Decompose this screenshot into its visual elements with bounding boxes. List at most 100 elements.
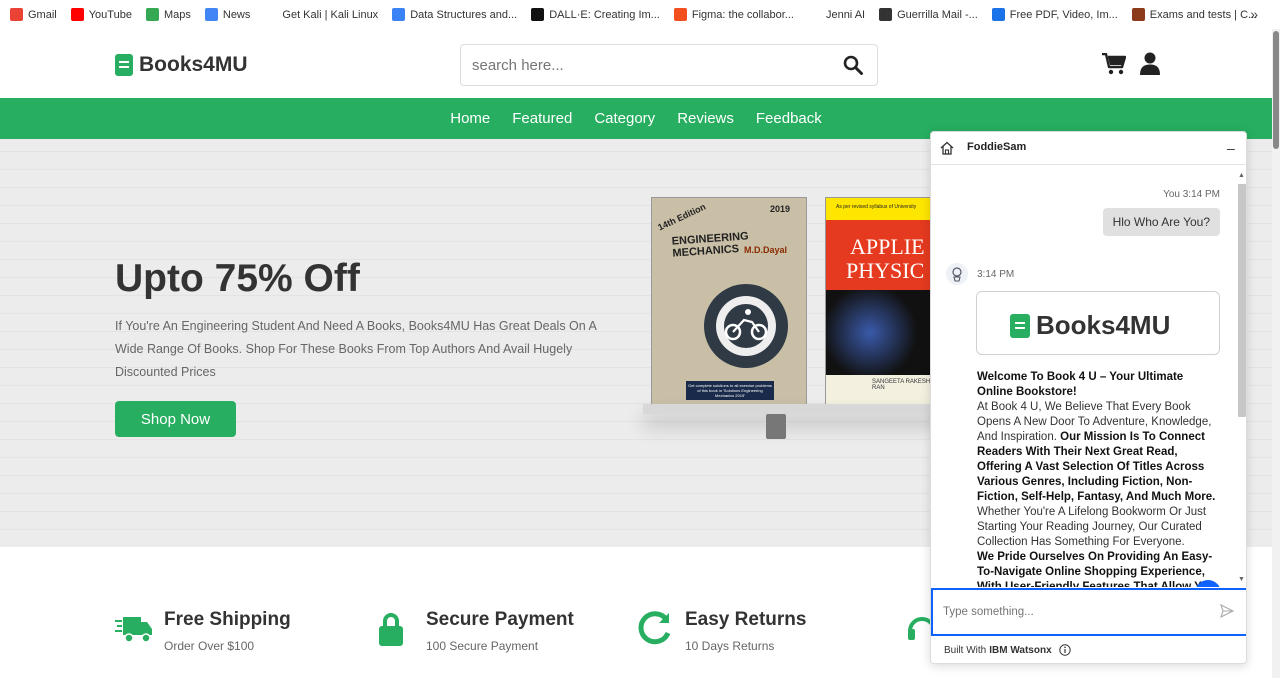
bookmark-label: Maps (163, 8, 191, 21)
lifelong-text: Whether You're A Lifelong Bookworm Or Ju… (977, 506, 1207, 548)
bookmark-label: Guerrilla Mail -... (897, 8, 978, 21)
welcome-title: Welcome To Book 4 U – Your Ultimate Onli… (977, 371, 1184, 398)
scroll-down-arrow[interactable]: ▼ (1238, 576, 1245, 583)
bot-logo-text: Books4MU (1036, 310, 1171, 340)
chat-footer: Built With IBM Watsonx (944, 644, 1071, 656)
book-footer-note: Get complete solutions to all exercise p… (686, 381, 774, 400)
book-shelf (643, 404, 943, 414)
bookmark-item[interactable]: Guerrilla Mail -... (879, 8, 978, 21)
chat-input-box (931, 588, 1246, 636)
kali-icon (264, 8, 278, 21)
ds-icon (392, 8, 406, 21)
chat-message-input[interactable] (933, 590, 1203, 634)
user-message: Hlo Who Are You? (1102, 208, 1220, 236)
chat-scrollbar[interactable]: ▲ ▼ (1236, 172, 1246, 586)
cart-icon[interactable] (1102, 53, 1126, 75)
book-top-note: As per revised syllabus of University (826, 198, 934, 220)
footer-brand: IBM Watsonx (989, 644, 1052, 656)
bookmark-label: Get Kali | Kali Linux (282, 8, 379, 21)
openai-icon (531, 8, 545, 21)
bookmark-item[interactable]: DALL·E: Creating Im... (531, 8, 660, 21)
send-icon[interactable] (1220, 604, 1234, 618)
nav-feedback[interactable]: Feedback (756, 110, 822, 127)
lock-icon (379, 613, 403, 646)
bookmark-item[interactable]: Jenni AI (807, 8, 866, 21)
bookmark-item[interactable]: Exams and tests | C... (1131, 8, 1258, 21)
pride-text: We Pride Ourselves On Providing An Easy-… (977, 551, 1216, 587)
bookmark-item[interactable]: Maps (145, 8, 191, 21)
news-icon (204, 8, 218, 21)
bookmark-item[interactable]: News (204, 8, 251, 21)
book-title-line1: APPLIE (850, 234, 925, 259)
scroll-up-arrow[interactable]: ▲ (1238, 172, 1245, 179)
bookmark-item[interactable]: Figma: the collabor... (673, 8, 794, 21)
chat-bot-name: FoddieSam (967, 141, 1027, 153)
nav-home[interactable]: Home (450, 110, 490, 127)
youtube-icon (70, 8, 84, 21)
chat-header: FoddieSam – (931, 132, 1246, 165)
page-scrollbar[interactable] (1272, 29, 1280, 678)
bot-message: Welcome To Book 4 U – Your Ultimate Onli… (977, 370, 1217, 587)
bot-message-time: 3:14 PM (977, 269, 1015, 280)
feature-title: Secure Payment (426, 609, 574, 630)
feature-title: Free Shipping (164, 609, 291, 630)
book-title-line2: PHYSIC (846, 258, 925, 283)
truck-icon (115, 617, 152, 643)
info-icon[interactable] (1058, 644, 1071, 656)
site-logo[interactable]: Books4MU (115, 53, 248, 77)
pdf-icon (991, 8, 1005, 21)
shop-now-button[interactable]: Shop Now (115, 401, 236, 437)
bookmarks-more-button[interactable]: » (1250, 6, 1258, 22)
hero-description: If You're An Engineering Student And Nee… (115, 319, 597, 379)
chat-scrollbar-thumb[interactable] (1238, 184, 1246, 417)
bookmark-label: Data Structures and... (410, 8, 518, 21)
jenni-icon (807, 8, 821, 21)
guerrilla-icon (879, 8, 893, 21)
shelf-bracket (766, 414, 786, 439)
nav-category[interactable]: Category (594, 110, 655, 127)
bookmark-item[interactable]: Free PDF, Video, Im... (991, 8, 1118, 21)
user-message-time: You 3:14 PM (1163, 189, 1220, 200)
bookmark-label: Figma: the collabor... (691, 8, 794, 21)
bot-avatar-icon (946, 263, 968, 285)
search-input[interactable] (461, 45, 821, 85)
bookmark-item[interactable]: YouTube (70, 8, 132, 21)
bot-logo: Books4MU (1010, 310, 1170, 341)
book-cover-art (826, 290, 934, 375)
user-icon[interactable] (1140, 52, 1160, 75)
chat-widget: FoddieSam – You 3:14 PM Hlo Who Are You?… (930, 131, 1247, 664)
nav-featured[interactable]: Featured (512, 110, 572, 127)
bookmark-label: DALL·E: Creating Im... (549, 8, 660, 21)
site-header: Books4MU (0, 29, 1272, 98)
feature-subtitle: 10 Days Returns (685, 639, 775, 653)
maps-icon (145, 8, 159, 21)
return-icon (638, 611, 671, 645)
bookmarks-bar: Gmail YouTube Maps News Get Kali | Kali Linu… (0, 0, 1280, 29)
bookmark-item[interactable]: Get Kali | Kali Linux (264, 8, 378, 21)
feature-subtitle: Order Over $100 (164, 639, 255, 653)
home-icon[interactable] (940, 141, 954, 155)
feature-subtitle: 100 Secure Payment (426, 639, 539, 653)
bookmark-label: Gmail (28, 8, 57, 21)
bookmark-item[interactable]: Gmail (10, 8, 57, 21)
exams-icon (1131, 8, 1145, 21)
book-icon (115, 54, 133, 76)
bookmark-label: News (222, 8, 251, 21)
book-cover-engineering-mechanics: 14th Edition 2019 ENGINEERING MECHANICS … (651, 197, 807, 405)
bookmark-label: YouTube (88, 8, 132, 21)
minimize-button[interactable]: – (1227, 140, 1235, 156)
gear-cyclist-icon (704, 284, 788, 368)
bookmark-item[interactable]: Data Structures and... (392, 8, 517, 21)
bookmark-label: Jenni AI (825, 8, 866, 21)
search-box (460, 44, 878, 86)
site-logo-text: Books4MU (139, 53, 248, 76)
book-year: 2019 (769, 204, 790, 214)
book-author: SANGEETA RAKESH RAN (872, 379, 931, 391)
gmail-icon (10, 8, 23, 21)
chat-messages: You 3:14 PM Hlo Who Are You? 3:14 PM Boo… (931, 165, 1236, 587)
page-scrollbar-thumb[interactable] (1273, 31, 1279, 149)
search-icon[interactable] (843, 55, 863, 75)
nav-reviews[interactable]: Reviews (677, 110, 734, 127)
bookmark-label: Exams and tests | C... (1149, 8, 1258, 21)
hero-title: Upto 75% Off (115, 257, 360, 300)
